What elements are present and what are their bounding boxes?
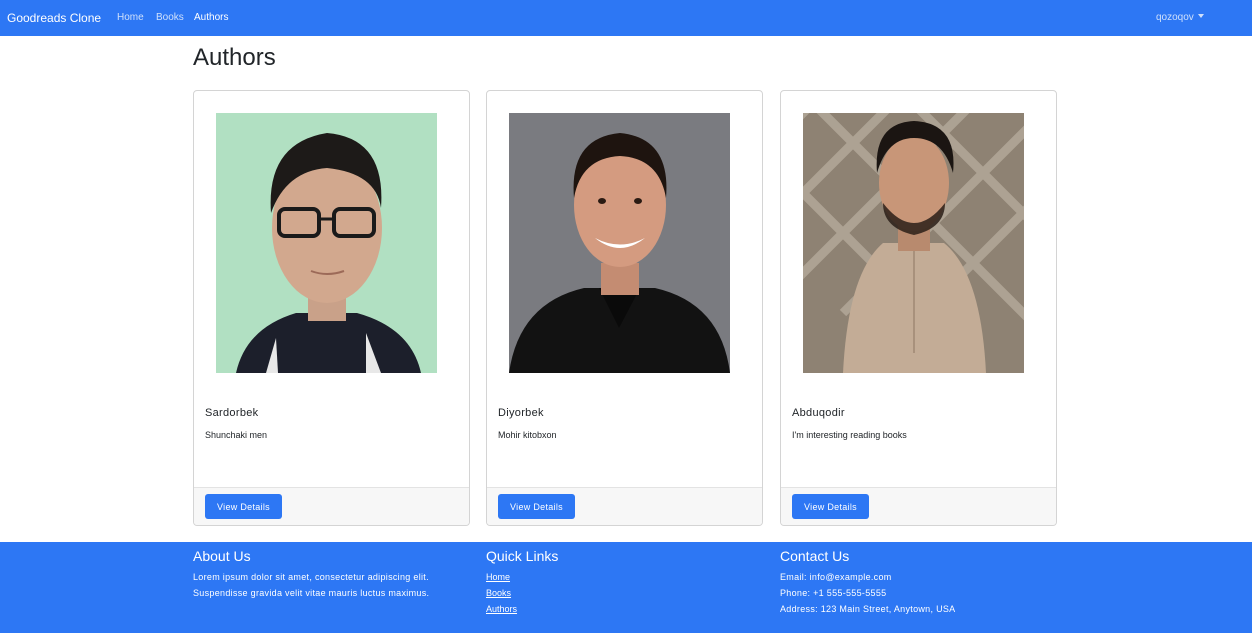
contact-heading: Contact Us (780, 548, 850, 564)
author-description: I'm interesting reading books (792, 430, 907, 440)
author-name: Sardorbek (205, 407, 259, 419)
user-dropdown[interactable]: qozoqov (1156, 12, 1204, 23)
contact-phone: Phone: +1 555-555-5555 (780, 588, 887, 598)
card-footer: View Details (194, 487, 469, 525)
author-photo (803, 113, 1024, 373)
author-card: Abduqodir I'm interesting reading books … (780, 90, 1057, 526)
about-text: Lorem ipsum dolor sit amet, consectetur … (193, 572, 429, 582)
view-details-button[interactable]: View Details (498, 494, 575, 519)
author-description: Mohir kitobxon (498, 430, 557, 440)
contact-email: Email: info@example.com (780, 572, 892, 582)
card-footer: View Details (487, 487, 762, 525)
user-name: qozoqov (1156, 12, 1194, 23)
brand-link[interactable]: Goodreads Clone (7, 11, 101, 25)
author-description: Shunchaki men (205, 430, 268, 440)
about-heading: About Us (193, 548, 251, 564)
contact-address: Address: 123 Main Street, Anytown, USA (780, 604, 956, 614)
nav-link-authors[interactable]: Authors (194, 12, 228, 23)
footer-link-authors[interactable]: Authors (486, 604, 517, 614)
view-details-button[interactable]: View Details (205, 494, 282, 519)
page-title: Authors (193, 44, 276, 71)
site-footer: About Us Lorem ipsum dolor sit amet, con… (0, 542, 1252, 633)
caret-down-icon (1197, 13, 1204, 18)
author-photo (216, 113, 437, 373)
footer-link-books[interactable]: Books (486, 588, 511, 598)
author-name: Diyorbek (498, 407, 544, 419)
view-details-button[interactable]: View Details (792, 494, 869, 519)
footer-link-home[interactable]: Home (486, 572, 510, 582)
nav-link-books[interactable]: Books (156, 12, 184, 23)
quick-links-heading: Quick Links (486, 548, 559, 564)
author-name: Abduqodir (792, 407, 845, 419)
about-text: Suspendisse gravida velit vitae mauris l… (193, 588, 430, 598)
top-navbar: Goodreads Clone Home Books Authors qozoq… (0, 0, 1252, 36)
author-photo (509, 113, 730, 373)
author-card: Sardorbek Shunchaki men View Details (193, 90, 470, 526)
author-card: Diyorbek Mohir kitobxon View Details (486, 90, 763, 526)
nav-link-home[interactable]: Home (117, 12, 144, 23)
card-footer: View Details (781, 487, 1056, 525)
